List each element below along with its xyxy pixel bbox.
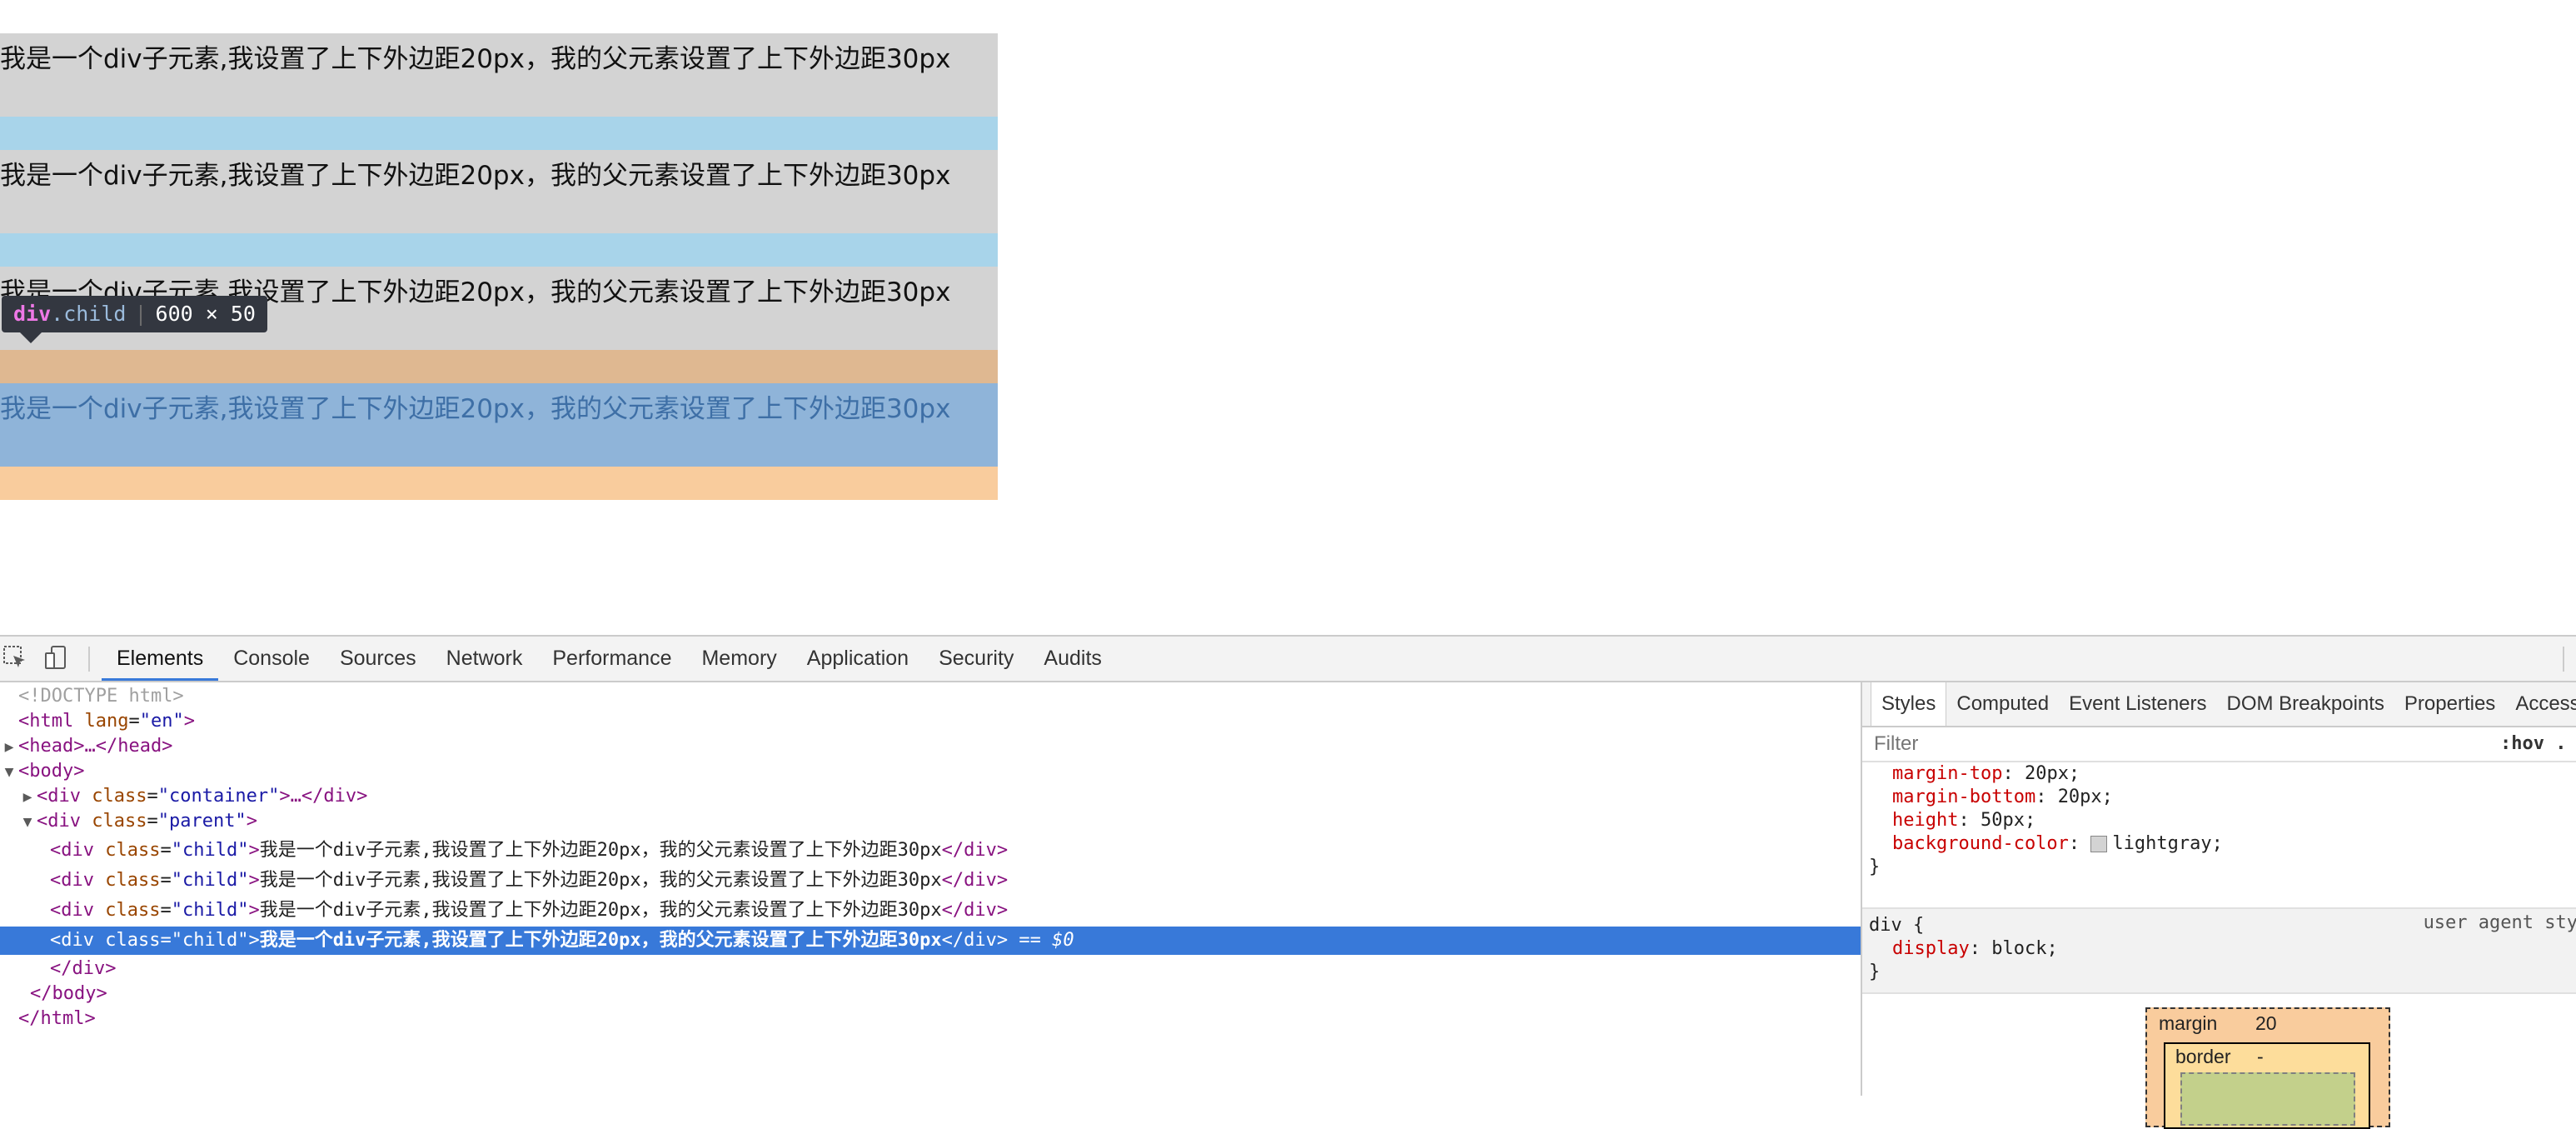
tab-sources[interactable]: Sources — [325, 637, 431, 681]
tab-application[interactable]: Application — [792, 637, 924, 681]
css-declaration[interactable]: display: block; — [1862, 937, 2576, 961]
styles-filter-bar: :hov . — [1862, 727, 2576, 762]
hover-state-toggle[interactable]: :hov . — [2500, 727, 2566, 761]
tab-console[interactable]: Console — [218, 637, 325, 681]
devtools-toolbar: Elements Console Sources Network Perform… — [0, 637, 2576, 682]
inspect-tooltip: div.child | 600 × 50 — [2, 296, 267, 343]
child-text: 我是一个div子元素,我设置了上下外边距20px，我的父元素设置了上下外边距30… — [0, 394, 951, 424]
tooltip-tag: div — [13, 302, 52, 326]
dom-node-body-close[interactable]: </body> — [0, 980, 1872, 1008]
tab-audits[interactable]: Audits — [1029, 637, 1116, 681]
dom-node-html-close[interactable]: </html> — [0, 1005, 1861, 1033]
tab-computed[interactable]: Computed — [1946, 682, 2059, 726]
tooltip-size: 600 × 50 — [155, 302, 256, 326]
css-declaration[interactable]: background-color: lightgray; — [1862, 832, 2576, 856]
selected-node-marker: == $0 — [1019, 930, 1074, 951]
inspect-element-icon[interactable] — [2, 645, 28, 672]
dom-node-child[interactable]: <div class="child">我是一个div子元素,我设置了上下外边距2… — [0, 837, 1911, 865]
box-model-padding[interactable] — [2180, 1072, 2355, 1126]
device-toggle-icon[interactable] — [43, 645, 70, 672]
page-viewport: 我是一个div子元素,我设置了上下外边距20px，我的父元素设置了上下外边距30… — [0, 0, 2576, 635]
dom-node-head[interactable]: ▶ <head>…</head> — [0, 732, 1861, 761]
dom-node-child[interactable]: <div class="child">我是一个div子元素,我设置了上下外边距2… — [0, 897, 1911, 925]
tooltip-arrow — [20, 332, 42, 343]
tab-event-listeners[interactable]: Event Listeners — [2059, 682, 2216, 726]
child-div-1: 我是一个div子元素,我设置了上下外边距20px，我的父元素设置了上下外边距30… — [0, 33, 998, 117]
toolbar-divider — [2563, 647, 2564, 672]
box-model-border-label: border — [2175, 1046, 2231, 1067]
css-declaration[interactable]: margin-bottom: 20px; — [1862, 786, 2576, 809]
collapse-arrow-icon[interactable]: ▼ — [18, 808, 37, 837]
tooltip-class: .child — [51, 302, 127, 326]
dom-node-parent-close[interactable]: </div> — [0, 955, 1892, 983]
toolbar-divider — [88, 647, 90, 672]
tab-properties[interactable]: Properties — [2394, 682, 2505, 726]
doctype-text: <!DOCTYPE html> — [18, 686, 184, 707]
dom-node-child-selected[interactable]: <div class="child">我是一个div子元素,我设置了上下外边距2… — [0, 927, 1911, 955]
tab-performance[interactable]: Performance — [537, 637, 686, 681]
styles-filter-input[interactable] — [1872, 731, 2409, 757]
tab-memory[interactable]: Memory — [686, 637, 791, 681]
dom-node-body[interactable]: ▼ <body> — [0, 757, 1861, 786]
tab-dom-breakpoints[interactable]: DOM Breakpoints — [2217, 682, 2394, 726]
margin-gap — [0, 117, 998, 150]
styles-sidebar: Styles Computed Event Listeners DOM Brea… — [1861, 682, 2576, 1129]
box-model-border-value[interactable]: - — [2257, 1046, 2264, 1068]
rule-close-brace: } — [1869, 962, 1881, 982]
box-model-border[interactable]: border - — [2164, 1042, 2370, 1129]
child-div-2: 我是一个div子元素,我设置了上下外边距20px，我的父元素设置了上下外边距30… — [0, 150, 998, 233]
tab-elements[interactable]: Elements — [102, 637, 219, 681]
dom-node-child[interactable]: <div class="child">我是一个div子元素,我设置了上下外边距2… — [0, 867, 1911, 895]
elements-tree: <!DOCTYPE html> <html lang="en"> ▶ <head>… — [0, 682, 1911, 1096]
dom-node-doctype[interactable]: <!DOCTYPE html> — [0, 682, 1861, 711]
dom-node-parent[interactable]: ▼ <div class="parent"> — [0, 807, 1879, 836]
sidebar-tabs: Styles Computed Event Listeners DOM Brea… — [1862, 682, 2576, 727]
dom-node-container[interactable]: ▶ <div class="container">…</div> — [0, 782, 1879, 811]
highlighted-margin-bottom — [0, 467, 998, 500]
dom-node-html[interactable]: <html lang="en"> — [0, 707, 1861, 736]
box-model-margin[interactable]: margin 20 border - — [2145, 1007, 2390, 1129]
user-agent-rule: div { user agent sty display: block; } — [1862, 907, 2576, 994]
css-declaration[interactable]: margin-top: 20px; — [1862, 762, 2576, 786]
devtools-tabs: Elements Console Sources Network Perform… — [102, 637, 1117, 681]
color-swatch-icon[interactable] — [2090, 836, 2108, 852]
child-div-4-highlighted: 我是一个div子元素,我设置了上下外边距20px，我的父元素设置了上下外边距30… — [0, 383, 998, 467]
css-declaration[interactable]: height: 50px; — [1862, 809, 2576, 832]
tab-security[interactable]: Security — [924, 637, 1029, 681]
tab-styles[interactable]: Styles — [1871, 682, 1947, 726]
rule-close-brace: } — [1869, 857, 1881, 877]
child-text: 我是一个div子元素,我设置了上下外边距20px，我的父元素设置了上下外边距30… — [0, 161, 951, 191]
rule-source: user agent sty — [2423, 912, 2576, 933]
box-model-margin-label: margin — [2159, 1012, 2218, 1034]
box-model-margin-value[interactable]: 20 — [2255, 1012, 2277, 1035]
tab-accessibility[interactable]: Accessibi — [2505, 682, 2576, 726]
child-text: 我是一个div子元素,我设置了上下外边距20px，我的父元素设置了上下外边距30… — [0, 44, 951, 74]
tab-network[interactable]: Network — [431, 637, 538, 681]
highlighted-margin-top — [0, 350, 998, 383]
margin-gap — [0, 233, 998, 267]
devtools-panel: Elements Console Sources Network Perform… — [0, 635, 2576, 1129]
